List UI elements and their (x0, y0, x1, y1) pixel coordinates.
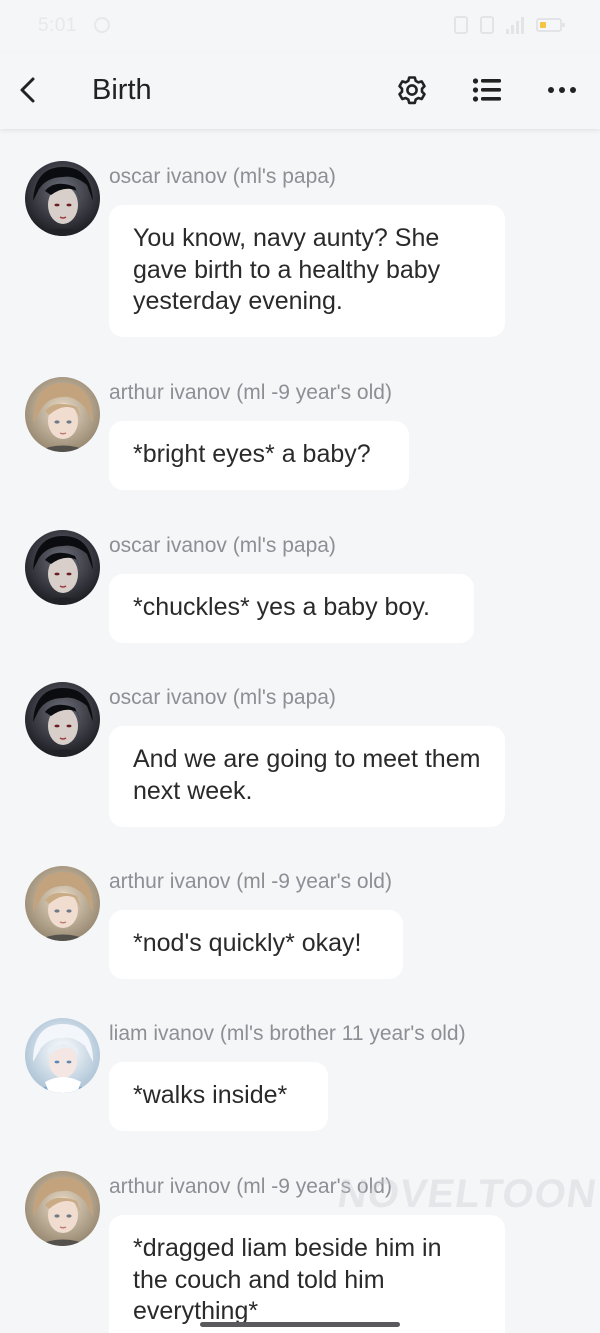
blonde-boy-avatar[interactable] (25, 1171, 100, 1246)
sender-name: arthur ivanov (ml -9 year's old) (109, 381, 392, 404)
message-bubble[interactable]: *nod's quickly* okay! (109, 910, 403, 979)
vibrate-icon (454, 16, 468, 34)
sender-name: oscar ivanov (ml's papa) (109, 165, 336, 188)
signal-icon (506, 16, 524, 34)
home-indicator[interactable] (200, 1322, 400, 1327)
sender-name: arthur ivanov (ml -9 year's old) (109, 870, 392, 893)
white-haired-boy-avatar[interactable] (25, 1018, 100, 1093)
alarm-icon (94, 17, 110, 33)
back-button[interactable] (14, 72, 44, 108)
status-icons (454, 16, 565, 34)
hd-icon (480, 16, 494, 34)
chevron-left-icon (20, 77, 35, 103)
sender-name: oscar ivanov (ml's papa) (109, 534, 336, 557)
sender-name: oscar ivanov (ml's papa) (109, 686, 336, 709)
blonde-boy-avatar[interactable] (25, 866, 100, 941)
message-bubble[interactable]: *walks inside* (109, 1062, 328, 1131)
app-screen: 5:01 Birth oscar ivanov (ml's papa) You … (0, 0, 600, 1333)
message-bubble[interactable]: *dragged liam beside him in the couch an… (109, 1215, 505, 1333)
dark-haired-man-avatar[interactable] (25, 161, 100, 236)
top-app-bar: Birth (0, 52, 600, 129)
more-button[interactable] (546, 80, 578, 100)
chapter-list-button[interactable] (472, 76, 502, 104)
sender-name: liam ivanov (ml's brother 11 year's old) (109, 1022, 466, 1045)
battery-icon (536, 18, 565, 32)
settings-button[interactable] (396, 74, 428, 106)
message-bubble[interactable]: *bright eyes* a baby? (109, 421, 409, 490)
message-bubble[interactable]: You know, navy aunty? She gave birth to … (109, 205, 505, 337)
dark-haired-man-avatar[interactable] (25, 682, 100, 757)
gear-icon (398, 76, 426, 105)
list-icon (472, 78, 501, 102)
more-dots-icon (548, 87, 576, 93)
page-title: Birth (92, 74, 152, 106)
dark-haired-man-avatar[interactable] (25, 530, 100, 605)
blonde-boy-avatar[interactable] (25, 377, 100, 452)
message-bubble[interactable]: *chuckles* yes a baby boy. (109, 574, 474, 643)
status-time: 5:01 (38, 15, 77, 36)
status-bar: 5:01 (0, 0, 600, 52)
message-bubble[interactable]: And we are going to meet them next week. (109, 726, 505, 827)
sender-name: arthur ivanov (ml -9 year's old) (109, 1175, 392, 1198)
